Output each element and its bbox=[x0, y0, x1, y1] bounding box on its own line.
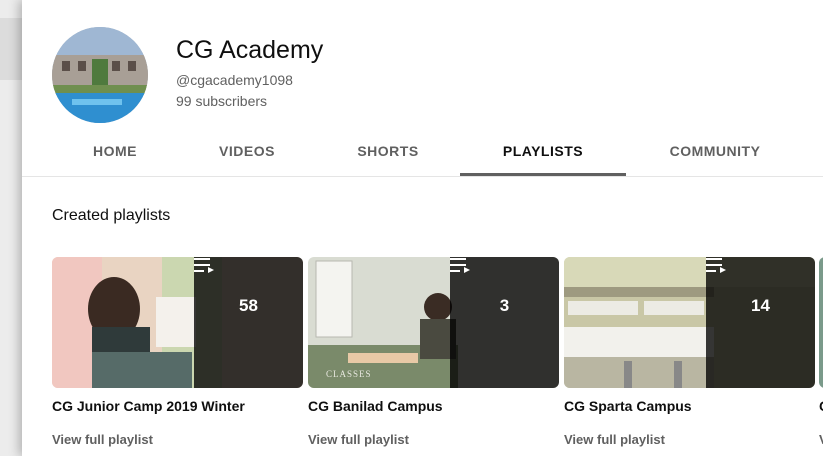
playlist-title[interactable]: CG Junior Camp 2019 Winter bbox=[52, 398, 245, 414]
playlist-play-icon bbox=[450, 258, 470, 273]
video-count: 3 bbox=[499, 296, 510, 315]
playlist-count-overlay: 58 bbox=[194, 257, 303, 388]
channel-header: CG Academy @cgacademy1098 99 subscribers… bbox=[22, 0, 823, 177]
view-full-playlist-link[interactable]: View full playlist bbox=[564, 432, 665, 447]
avatar-image bbox=[52, 27, 148, 123]
header-divider bbox=[22, 176, 823, 177]
channel-avatar[interactable] bbox=[52, 27, 148, 123]
playlist-count-overlay: 14 bbox=[706, 257, 815, 388]
playlist-play-icon bbox=[194, 258, 214, 273]
tab-home[interactable]: HOME bbox=[52, 138, 178, 176]
playlist-play-icon bbox=[706, 258, 726, 273]
tab-community[interactable]: COMMUNITY bbox=[648, 138, 782, 176]
playlist-card: 14 CG Sparta Campus View full playlist bbox=[564, 257, 815, 447]
section-title: Created playlists bbox=[52, 207, 171, 224]
video-count: 14 bbox=[751, 296, 770, 315]
view-full-playlist-link[interactable]: View full playlist bbox=[52, 432, 153, 447]
playlist-thumbnail[interactable]: 58 bbox=[52, 257, 303, 388]
tab-playlists[interactable]: PLAYLISTS bbox=[460, 138, 626, 176]
view-full-playlist-link-partial[interactable]: V bbox=[819, 432, 823, 447]
playlist-title-partial[interactable]: C bbox=[819, 398, 823, 414]
playlist-title[interactable]: CG Sparta Campus bbox=[564, 398, 692, 414]
tab-shorts[interactable]: SHORTS bbox=[326, 138, 450, 176]
channel-page: CG Academy @cgacademy1098 99 subscribers… bbox=[22, 0, 823, 456]
channel-handle: @cgacademy1098 bbox=[176, 72, 293, 88]
subscriber-count: 99 subscribers bbox=[176, 93, 268, 109]
thumbnail-caption: CLASSES bbox=[326, 369, 372, 379]
playlist-thumbnail[interactable]: 14 bbox=[564, 257, 815, 388]
playlist-card: CLASSES 3 CG Banilad Campus View full pl… bbox=[308, 257, 559, 447]
video-count: 58 bbox=[239, 296, 258, 315]
playlist-card: 58 CG Junior Camp 2019 Winter View full … bbox=[52, 257, 303, 447]
channel-name: CG Academy bbox=[176, 36, 324, 64]
playlist-thumbnail-partial[interactable] bbox=[819, 257, 823, 388]
tab-videos[interactable]: VIDEOS bbox=[188, 138, 306, 176]
view-full-playlist-link[interactable]: View full playlist bbox=[308, 432, 409, 447]
playlist-count-overlay: 3 bbox=[450, 257, 559, 388]
playlist-title[interactable]: CG Banilad Campus bbox=[308, 398, 443, 414]
playlist-thumbnail[interactable]: CLASSES 3 bbox=[308, 257, 559, 388]
